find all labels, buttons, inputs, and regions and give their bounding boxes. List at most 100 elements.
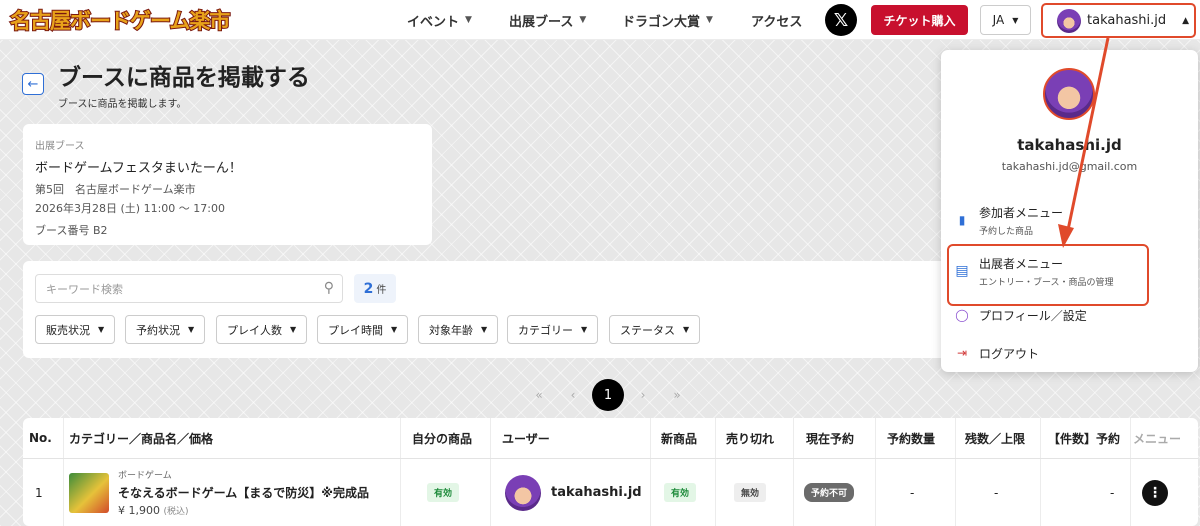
pagination: « ‹ 1 › »	[522, 379, 694, 411]
col-sold-out: 売り切れ	[726, 431, 775, 446]
new-status: 有効	[664, 459, 697, 526]
product-category: ボードゲーム	[118, 471, 172, 481]
chevron-down-icon: ▼	[290, 325, 297, 334]
chevron-down-icon: ▼	[481, 325, 488, 334]
chevron-down-icon: ▼	[188, 325, 195, 334]
logout-icon: ⇥	[956, 346, 968, 360]
column-divider	[1130, 418, 1131, 526]
column-divider	[650, 418, 651, 526]
filter-label: 予約状況	[136, 323, 180, 337]
nav-dragon-award[interactable]: ドラゴン大賞 ▼	[622, 0, 713, 40]
chevron-down-icon: ▼	[98, 325, 105, 334]
filter-age[interactable]: 対象年齢 ▼	[418, 315, 499, 344]
chevron-down-icon: ▼	[579, 15, 587, 25]
product-table: No. カテゴリー／商品名／価格 自分の商品 ユーザー 新商品 売り切れ 現在予…	[23, 418, 1198, 526]
avatar	[1057, 8, 1081, 33]
avatar	[505, 474, 541, 511]
dropdown-user-email: takahashi.jd@gmail.com	[1001, 160, 1138, 173]
page-title: ブースに商品を掲載する	[58, 65, 310, 91]
nav-access[interactable]: アクセス	[751, 0, 802, 40]
chevron-up-icon: ▲	[1182, 15, 1190, 26]
filter-status[interactable]: ステータス ▼	[609, 315, 701, 344]
status-badge: 予約不可	[804, 483, 855, 502]
filter-label: プレイ時間	[328, 323, 383, 337]
col-menu: メニュー	[1133, 431, 1182, 446]
column-divider	[875, 418, 876, 526]
next-page-icon[interactable]: ›	[626, 388, 660, 402]
table-row-product[interactable]: ボードゲーム そなえるボードゲーム【まるで防災】※完成品 ¥ 1,900 (税込…	[69, 459, 399, 526]
column-divider	[490, 418, 491, 526]
nav-events[interactable]: イベント ▼	[407, 0, 472, 40]
column-divider	[63, 418, 64, 526]
nav-label: ドラゴン大賞	[622, 14, 701, 30]
count-number: 2	[363, 280, 374, 297]
remaining-qty: -	[994, 485, 999, 500]
column-divider	[715, 418, 716, 526]
column-divider	[793, 418, 794, 526]
search-placeholder: キーワード検索	[46, 282, 123, 296]
search-input[interactable]: キーワード検索 ⚲	[35, 274, 343, 303]
column-divider	[955, 418, 956, 526]
row-no: 1	[35, 485, 43, 500]
menu-item-logout[interactable]: ⇥ ログアウト	[955, 333, 1039, 373]
filter-category[interactable]: カテゴリー ▼	[507, 315, 599, 344]
menu-item-participant[interactable]: ▮ 参加者メニュー 予約した商品	[955, 200, 1063, 240]
menu-item-sub: 予約した商品	[979, 226, 1034, 237]
booth-number: ブース番号 B2	[35, 224, 108, 237]
prev-page-icon[interactable]: ‹	[556, 388, 590, 402]
user-menu-button[interactable]: takahashi.jd ▲	[1041, 3, 1196, 38]
event-name: 第5回 名古屋ボードゲーム楽市	[35, 183, 196, 196]
filter-label: 販売状況	[46, 323, 90, 337]
nav-label: 出展ブース	[509, 14, 574, 30]
col-count-reserve: 【件数】予約	[1048, 431, 1121, 446]
x-logo-icon[interactable]: 𝕏	[825, 4, 857, 36]
product-price: ¥ 1,900	[118, 504, 160, 517]
last-page-icon[interactable]: »	[660, 388, 694, 402]
col-own: 自分の商品	[412, 431, 473, 446]
product-thumbnail	[69, 472, 109, 513]
page-subtitle: ブースに商品を掲載します。	[58, 99, 187, 110]
col-no: No.	[29, 431, 52, 445]
col-user: ユーザー	[502, 431, 550, 446]
booth-label: 出展ブース	[35, 141, 85, 152]
highlight-box	[947, 244, 1149, 306]
own-status: 有効	[427, 459, 460, 526]
user-icon: ◯	[955, 308, 969, 322]
filter-sales-status[interactable]: 販売状況 ▼	[35, 315, 116, 344]
ticket-purchase-button[interactable]: チケット購入	[871, 5, 968, 35]
filter-label: カテゴリー	[518, 323, 573, 337]
chevron-down-icon: ▼	[581, 325, 588, 334]
language-select[interactable]: JA ▼	[980, 5, 1031, 35]
row-user: takahashi.jd	[505, 459, 642, 526]
sold-out-status: 無効	[734, 459, 767, 526]
column-divider	[400, 418, 401, 526]
col-product: カテゴリー／商品名／価格	[69, 431, 214, 446]
menu-item-title: ログアウト	[979, 346, 1040, 361]
column-divider	[1040, 418, 1041, 526]
filter-players[interactable]: プレイ人数 ▼	[216, 315, 308, 344]
user-name: takahashi.jd	[551, 485, 642, 500]
more-vertical-icon[interactable]: ⋮	[1142, 479, 1168, 506]
site-logo[interactable]: 名古屋ボードゲーム楽市	[9, 5, 231, 35]
filter-label: プレイ人数	[227, 323, 282, 337]
col-current-reservation: 現在予約	[806, 431, 855, 446]
first-page-icon[interactable]: «	[522, 388, 556, 402]
count-unit: 件	[376, 285, 387, 296]
menu-item-title: プロフィール／設定	[979, 308, 1087, 323]
col-new: 新商品	[661, 431, 698, 446]
nav-booths[interactable]: 出展ブース ▼	[509, 0, 586, 40]
filter-play-time[interactable]: プレイ時間 ▼	[317, 315, 409, 344]
filter-reservation-status[interactable]: 予約状況 ▼	[125, 315, 206, 344]
arrow-left-icon[interactable]: ←	[22, 73, 44, 95]
search-icon[interactable]: ⚲	[324, 280, 334, 296]
status-badge: 有効	[427, 483, 460, 502]
dropdown-user-name: takahashi.jd	[1017, 136, 1122, 154]
product-name: そなえるボードゲーム【まるで防災】※完成品	[118, 486, 369, 500]
booth-card: 出展ブース ボードゲームフェスタまいたーん！ 第5回 名古屋ボードゲーム楽市 2…	[23, 124, 432, 245]
page-1-button[interactable]: 1	[592, 379, 624, 411]
nav-label: イベント	[407, 14, 460, 30]
top-header: 名古屋ボードゲーム楽市 イベント ▼ 出展ブース ▼ ドラゴン大賞 ▼ アクセス 𝕏 …	[0, 0, 1200, 40]
price-tax: (税込)	[163, 507, 189, 517]
reservation-status: 予約不可	[804, 459, 855, 526]
filter-label: ステータス	[620, 323, 675, 337]
